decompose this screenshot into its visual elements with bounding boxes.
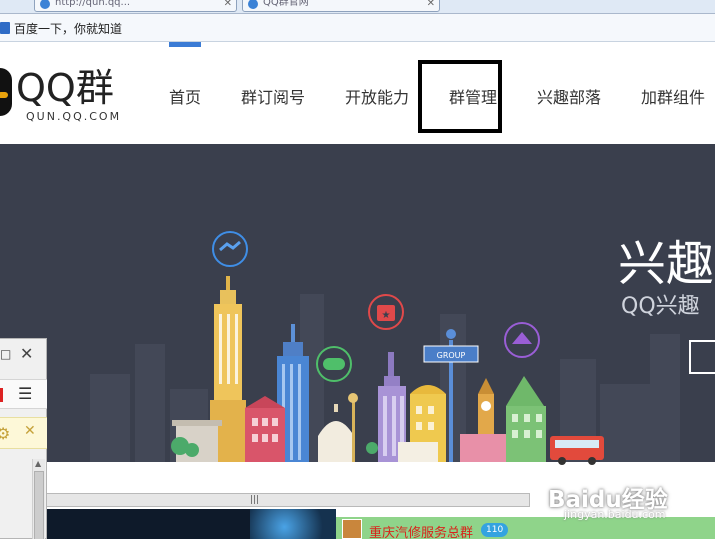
tab-close-icon[interactable]: ✕ <box>224 0 232 11</box>
video-thumbnail-glow <box>250 509 336 539</box>
browser-tab[interactable]: QQ群官网 ✕ <box>242 0 440 12</box>
svg-text:★: ★ <box>382 310 391 321</box>
ie-page-icon <box>40 0 50 9</box>
green-building <box>506 376 546 462</box>
site-header: QQ群 QUN.QQ.COM 首页 群订阅号 开放能力 群管理 兴趣部落 加群组… <box>0 42 715 144</box>
browser-tab-label: QQ群官网 <box>263 0 309 8</box>
favorite-link-baidu[interactable]: 百度一下，你就知道 <box>0 20 122 36</box>
notice-bar: ⚙ ✕ <box>0 417 47 449</box>
baidu-favicon-icon <box>0 22 10 34</box>
nav-group-subscriptions[interactable]: 群订阅号 <box>241 84 305 108</box>
floating-window-titlebar[interactable]: □ ✕ <box>0 339 47 369</box>
logo-text: QQ群 <box>16 66 114 110</box>
penguin-beak <box>0 92 8 98</box>
qq-group-logo[interactable]: QQ群 QUN.QQ.COM <box>0 62 130 126</box>
group-sign-label: GROUP <box>437 351 466 360</box>
favorite-label: 百度一下，你就知道 <box>14 21 123 36</box>
nav-join-group-widget[interactable]: 加群组件 <box>641 84 705 108</box>
hero-cta-button[interactable] <box>689 340 715 374</box>
browser-tab-strip: http://qun.qq... ✕ QQ群官网 ✕ <box>0 0 715 14</box>
notice-close-icon[interactable]: ✕ <box>24 423 36 439</box>
floating-window: □ ✕ ☰ ⚙ ✕ ▲ <box>0 338 47 539</box>
nav-interest-tribes[interactable]: 兴趣部落 <box>537 84 601 108</box>
floating-window-toolbar: ☰ <box>0 379 47 409</box>
annotation-highlight-box <box>418 60 502 133</box>
favorites-bar: 百度一下，你就知道 <box>0 14 715 42</box>
nav-open-capabilities[interactable]: 开放能力 <box>345 84 409 108</box>
group-member-count-badge: 110 <box>481 523 509 537</box>
horizontal-scrollbar[interactable]: ||| <box>46 493 530 507</box>
scroll-up-arrow-icon[interactable]: ▲ <box>35 459 41 468</box>
handshake-icon <box>212 231 248 267</box>
red-marker <box>0 388 3 402</box>
scrollbar-thumb[interactable] <box>34 471 44 539</box>
gear-icon[interactable]: ⚙ <box>0 424 10 443</box>
hero-title: 兴趣 <box>618 236 715 292</box>
vertical-scrollbar[interactable]: ▲ <box>32 459 45 539</box>
hero-banner: GROUP ★ 兴趣 QQ兴趣 <box>0 144 715 466</box>
menu-icon[interactable]: ☰ <box>18 384 32 403</box>
gamepad-icon <box>316 346 352 382</box>
tab-close-icon[interactable]: ✕ <box>427 0 435 11</box>
nav-home[interactable]: 首页 <box>169 84 201 108</box>
baidu-jingyan-watermark: Baidu经验 jingyan.baidu.com <box>548 470 715 528</box>
ie-page-icon <box>248 0 258 9</box>
group-name[interactable]: 重庆汽修服务总群 <box>369 522 473 539</box>
nav-active-indicator <box>169 42 201 47</box>
browser-tab-label: http://qun.qq... <box>55 0 131 8</box>
browser-tab[interactable]: http://qun.qq... ✕ <box>34 0 237 12</box>
scrollbar-grip-icon[interactable]: ||| <box>250 495 259 505</box>
hero-subtitle: QQ兴趣 <box>621 294 700 319</box>
group-avatar <box>342 519 362 539</box>
watermark-url: jingyan.baidu.com <box>564 508 666 521</box>
close-icon[interactable]: ✕ <box>20 344 33 363</box>
logo-subtitle: QUN.QQ.COM <box>26 110 122 123</box>
maximize-icon[interactable]: □ <box>0 347 11 361</box>
game-controller-icon <box>504 322 540 358</box>
shopping-bag-icon: ★ <box>368 294 404 330</box>
pink-building <box>245 396 285 462</box>
city-illustration: GROUP ★ <box>0 231 715 466</box>
